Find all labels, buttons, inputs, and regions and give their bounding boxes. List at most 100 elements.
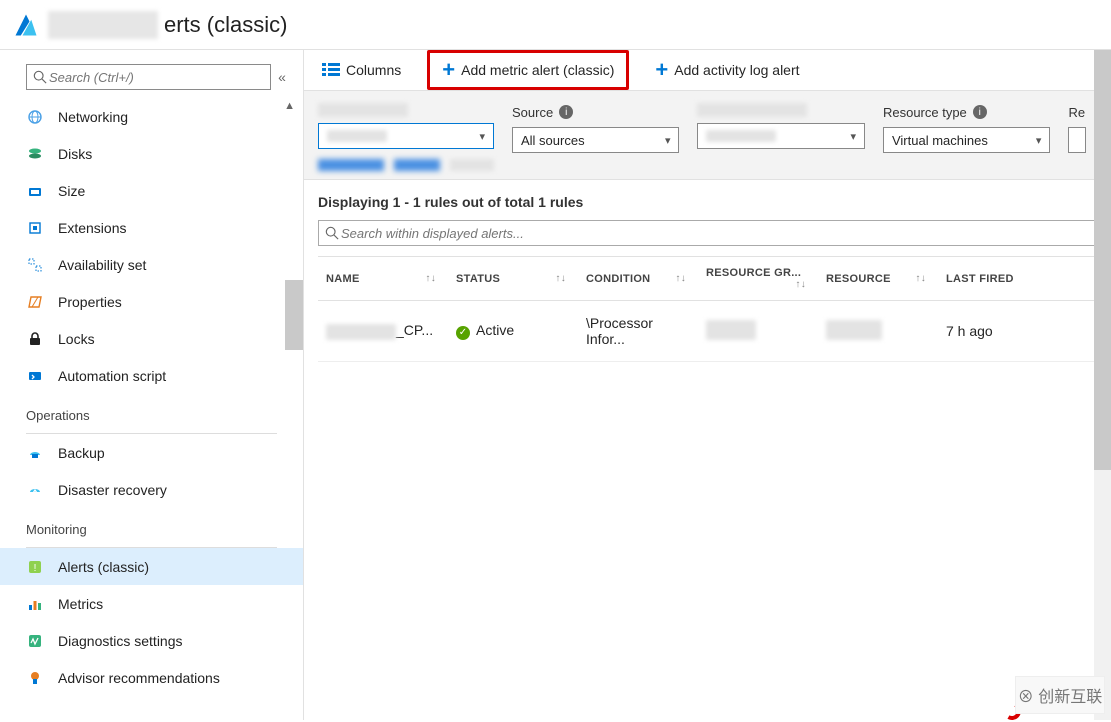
sidebar-item-label: Disaster recovery bbox=[58, 482, 167, 498]
subscription-dropdown[interactable]: ▾ bbox=[318, 123, 494, 149]
sort-icon: ↑↓ bbox=[675, 273, 686, 284]
filter-chip-blurred bbox=[318, 159, 384, 171]
page-title: erts (classic) bbox=[164, 12, 287, 38]
resource-dropdown-partial[interactable] bbox=[1068, 127, 1086, 153]
sort-icon: ↑↓ bbox=[795, 279, 806, 290]
table-search[interactable] bbox=[318, 220, 1097, 246]
sidebar-item-automation[interactable]: Automation script bbox=[0, 357, 303, 394]
info-icon[interactable]: i bbox=[973, 105, 987, 119]
sidebar-item-label: Disks bbox=[58, 146, 92, 162]
sidebar-item-label: Networking bbox=[58, 109, 128, 125]
filter-label-blurred bbox=[697, 103, 807, 117]
col-name[interactable]: NAME↑↓ bbox=[318, 257, 448, 301]
sidebar-item-metrics[interactable]: Metrics bbox=[0, 585, 303, 622]
sidebar-item-label: Automation script bbox=[58, 368, 166, 384]
alerts-table: NAME↑↓ STATUS↑↓ CONDITION↑↓ RESOURCE GR.… bbox=[318, 256, 1097, 362]
plus-icon: + bbox=[655, 59, 668, 81]
advisor-icon bbox=[26, 669, 44, 687]
search-icon bbox=[325, 226, 339, 240]
extensions-icon bbox=[26, 219, 44, 237]
properties-icon bbox=[26, 293, 44, 311]
page-scrollbar-track[interactable] bbox=[1094, 50, 1111, 720]
sidebar-item-label: Alerts (classic) bbox=[58, 559, 149, 575]
sidebar-search[interactable] bbox=[26, 64, 271, 90]
sidebar-item-label: Diagnostics settings bbox=[58, 633, 183, 649]
header-blurred bbox=[48, 11, 158, 39]
add-metric-alert-button[interactable]: + Add metric alert (classic) bbox=[434, 55, 622, 85]
source-value: All sources bbox=[521, 133, 585, 148]
sort-icon: ↑↓ bbox=[425, 273, 436, 284]
resource-type-value: Virtual machines bbox=[892, 133, 988, 148]
col-resource[interactable]: RESOURCE↑↓ bbox=[818, 257, 938, 301]
svg-text:!: ! bbox=[34, 563, 37, 574]
azure-logo-icon bbox=[12, 9, 40, 41]
cell-blurred bbox=[326, 324, 396, 340]
col-condition[interactable]: CONDITION↑↓ bbox=[578, 257, 698, 301]
sidebar-item-alerts[interactable]: ! Alerts (classic) bbox=[0, 548, 303, 585]
search-icon bbox=[33, 70, 47, 84]
highlight-annotation: + Add metric alert (classic) bbox=[427, 50, 629, 90]
chevron-down-icon: ▾ bbox=[850, 130, 856, 143]
columns-button[interactable]: Columns bbox=[314, 55, 409, 85]
col-resource-group[interactable]: RESOURCE GR...↑↓ bbox=[698, 257, 818, 301]
sidebar-item-size[interactable]: Size bbox=[0, 172, 303, 209]
add-activity-log-alert-button[interactable]: + Add activity log alert bbox=[647, 55, 807, 85]
cell-blurred bbox=[706, 320, 756, 340]
sidebar-item-label: Backup bbox=[58, 445, 105, 461]
results-summary: Displaying 1 - 1 rules out of total 1 ru… bbox=[304, 180, 1111, 220]
sidebar-scrollbar[interactable] bbox=[285, 280, 303, 350]
sidebar-item-disks[interactable]: Disks bbox=[0, 135, 303, 172]
sidebar-item-extensions[interactable]: Extensions bbox=[0, 209, 303, 246]
col-status[interactable]: STATUS↑↓ bbox=[448, 257, 578, 301]
collapse-sidebar-button[interactable]: « bbox=[271, 69, 293, 85]
sidebar-item-advisor[interactable]: Advisor recommendations bbox=[0, 659, 303, 696]
filter-label-blurred bbox=[318, 103, 408, 117]
resource-group-dropdown[interactable]: ▾ bbox=[697, 123, 864, 149]
diagnostics-icon bbox=[26, 632, 44, 650]
resource-type-label: Resource type bbox=[883, 105, 967, 120]
sidebar-search-input[interactable] bbox=[47, 69, 264, 86]
sort-icon: ↑↓ bbox=[915, 273, 926, 284]
sidebar-item-properties[interactable]: Properties bbox=[0, 283, 303, 320]
sidebar-item-label: Locks bbox=[58, 331, 95, 347]
table-search-input[interactable] bbox=[339, 225, 1090, 242]
cell-status: Active bbox=[476, 322, 514, 338]
sort-icon: ↑↓ bbox=[555, 273, 566, 284]
chevron-down-icon: ▾ bbox=[1036, 134, 1042, 147]
sidebar-item-label: Extensions bbox=[58, 220, 126, 236]
filter-chip-blurred bbox=[394, 159, 441, 171]
sidebar-item-label: Metrics bbox=[58, 596, 103, 612]
filter-bar: ▾ Source i All sources ▾ bbox=[304, 91, 1111, 180]
status-ok-icon: ✓ bbox=[456, 326, 470, 340]
source-dropdown[interactable]: All sources ▾ bbox=[512, 127, 679, 153]
sidebar-item-diagnostics[interactable]: Diagnostics settings bbox=[0, 622, 303, 659]
main-content: Columns + Add metric alert (classic) + A… bbox=[304, 50, 1111, 720]
metrics-icon bbox=[26, 595, 44, 613]
columns-icon bbox=[322, 63, 340, 77]
sidebar-item-label: Size bbox=[58, 183, 85, 199]
sidebar-item-label: Properties bbox=[58, 294, 122, 310]
sidebar-item-networking[interactable]: Networking bbox=[0, 98, 303, 135]
scroll-up-arrow[interactable]: ▲ bbox=[284, 100, 295, 112]
sidebar-item-label: Availability set bbox=[58, 257, 146, 273]
table-row[interactable]: _CP... ✓ Active \Processor Infor... 7 h a… bbox=[318, 301, 1097, 362]
col-last-fired[interactable]: LAST FIRED bbox=[938, 257, 1097, 301]
watermark: ⊗ 创新互联 bbox=[1015, 676, 1105, 714]
sidebar-item-availability[interactable]: Availability set bbox=[0, 246, 303, 283]
cell-name: _CP... bbox=[396, 322, 433, 338]
toolbar: Columns + Add metric alert (classic) + A… bbox=[304, 50, 1111, 91]
page-scrollbar-thumb[interactable] bbox=[1094, 50, 1111, 470]
sidebar-item-locks[interactable]: Locks bbox=[0, 320, 303, 357]
resource-type-dropdown[interactable]: Virtual machines ▾ bbox=[883, 127, 1050, 153]
section-header-monitoring: Monitoring bbox=[0, 508, 303, 543]
cell-last-fired: 7 h ago bbox=[938, 301, 1097, 362]
sidebar-item-label: Advisor recommendations bbox=[58, 670, 220, 686]
info-icon[interactable]: i bbox=[559, 105, 573, 119]
source-label: Source bbox=[512, 105, 553, 120]
dropdown-value-blurred bbox=[706, 130, 776, 142]
network-icon bbox=[26, 108, 44, 126]
sidebar-item-recovery[interactable]: Disaster recovery bbox=[0, 471, 303, 508]
add-metric-alert-label: Add metric alert (classic) bbox=[461, 62, 614, 78]
cell-condition: \Processor Infor... bbox=[578, 301, 698, 362]
sidebar-item-backup[interactable]: Backup bbox=[0, 434, 303, 471]
